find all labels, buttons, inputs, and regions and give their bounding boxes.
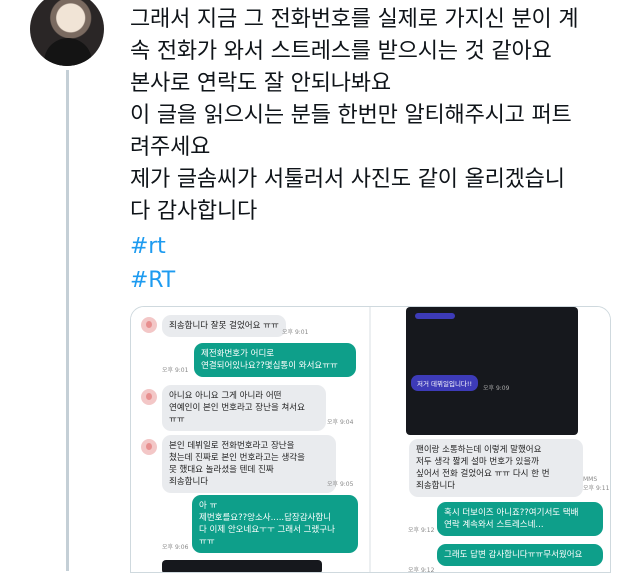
tweet-line: 려주세요 bbox=[130, 135, 211, 160]
chat-timestamp: 오후 9:09 bbox=[483, 385, 510, 392]
chat-timestamp: 오후 9:04 bbox=[327, 419, 354, 426]
thread-line bbox=[66, 70, 69, 571]
contact-avatar-icon bbox=[141, 389, 157, 405]
chat-bubble-incoming: 본인 데뷔일로 전화번호라고 장난을 쳤는데 진짜로 본인 번호라고는 생각을 … bbox=[162, 435, 336, 493]
tweet-line: 다 감사합니다 bbox=[130, 199, 258, 224]
tweet-line: 속 전화가 와서 스트레스를 받으시는 것 같아요 bbox=[130, 39, 552, 64]
chat-bubble-outgoing: 저거 데뷔일입니다!! bbox=[411, 375, 479, 391]
chat-bubble-outgoing: 제전화번호가 어디로 연결되어있나요??몇십통이 와서요ㅠㅠ bbox=[194, 343, 356, 377]
chat-screenshot-right[interactable]: 저거 데뷔일입니다!! 오후 9:09 팬이랑 소통하는데 이렇게 말했어요 저… bbox=[371, 307, 610, 572]
user-avatar[interactable] bbox=[30, 0, 104, 66]
tweet-body: 그래서 지금 그 전화번호를 실제로 가지신 분이 계 속 전화가 와서 스트레… bbox=[130, 4, 630, 298]
chat-bubble-outgoing bbox=[415, 313, 455, 319]
cropped-image-message bbox=[162, 560, 322, 572]
chat-bubble-outgoing: 혹시 더보이즈 아니죠??여기서도 택배 연락 계속와서 스트레스네... bbox=[437, 502, 603, 536]
tweet-line: 본사로 연락도 잘 안되나봐요 bbox=[130, 71, 391, 96]
chat-bubble-incoming: 죄송합니다 잘못 걸었어요 ㅠㅠ bbox=[162, 315, 286, 337]
chat-timestamp: 오후 9:05 bbox=[327, 481, 354, 488]
chat-timestamp: 오후 9:12 bbox=[408, 567, 435, 573]
hashtag-link[interactable]: #RT bbox=[130, 264, 630, 298]
contact-avatar-icon bbox=[141, 439, 157, 455]
chat-screenshot-left[interactable]: 죄송합니다 잘못 걸었어요 ㅠㅠ 오후 9:01 제전화번호가 어디로 연결되어… bbox=[131, 307, 369, 572]
chat-bubble-outgoing: 아 ㅠ 제번호를요??앙소사.....답장감사합니 다 이제 안오네요ㅜㅜ 그래… bbox=[192, 495, 358, 553]
chat-timestamp: 오후 9:01 bbox=[282, 329, 309, 336]
tweet-line: 그래서 지금 그 전화번호를 실제로 가지신 분이 계 bbox=[130, 7, 579, 32]
chat-timestamp: MMS 오후 9:11 bbox=[583, 476, 610, 492]
chat-timestamp: 오후 9:06 bbox=[162, 544, 189, 551]
chat-bubble-outgoing: 그래도 답변 감사합니다ㅠㅠ무서웠어요 bbox=[437, 544, 603, 566]
tweet-line: 제가 글솜씨가 서툴러서 사진도 같이 올리겠습니 bbox=[130, 167, 565, 192]
attached-images[interactable]: 죄송합니다 잘못 걸었어요 ㅠㅠ 오후 9:01 제전화번호가 어디로 연결되어… bbox=[130, 306, 611, 573]
shared-image-message bbox=[406, 307, 578, 435]
contact-avatar-icon bbox=[141, 317, 157, 333]
hashtag-link[interactable]: #rt bbox=[130, 230, 630, 264]
avatar-figure bbox=[44, 38, 92, 66]
chat-timestamp: 오후 9:01 bbox=[162, 367, 189, 374]
chat-bubble-incoming: 팬이랑 소통하는데 이렇게 말했어요 저두 생각 짧게 설마 번호가 있을까 싶… bbox=[409, 439, 583, 497]
chat-timestamp: 오후 9:12 bbox=[408, 527, 435, 534]
chat-bubble-incoming: 아니요 아니요 그게 아니라 어떤 연예인이 본인 번호라고 장난을 쳐서요 ㅠ… bbox=[162, 385, 326, 431]
tweet-line: 이 글을 읽으시는 분들 한번만 알티해주시고 퍼트 bbox=[130, 103, 572, 128]
